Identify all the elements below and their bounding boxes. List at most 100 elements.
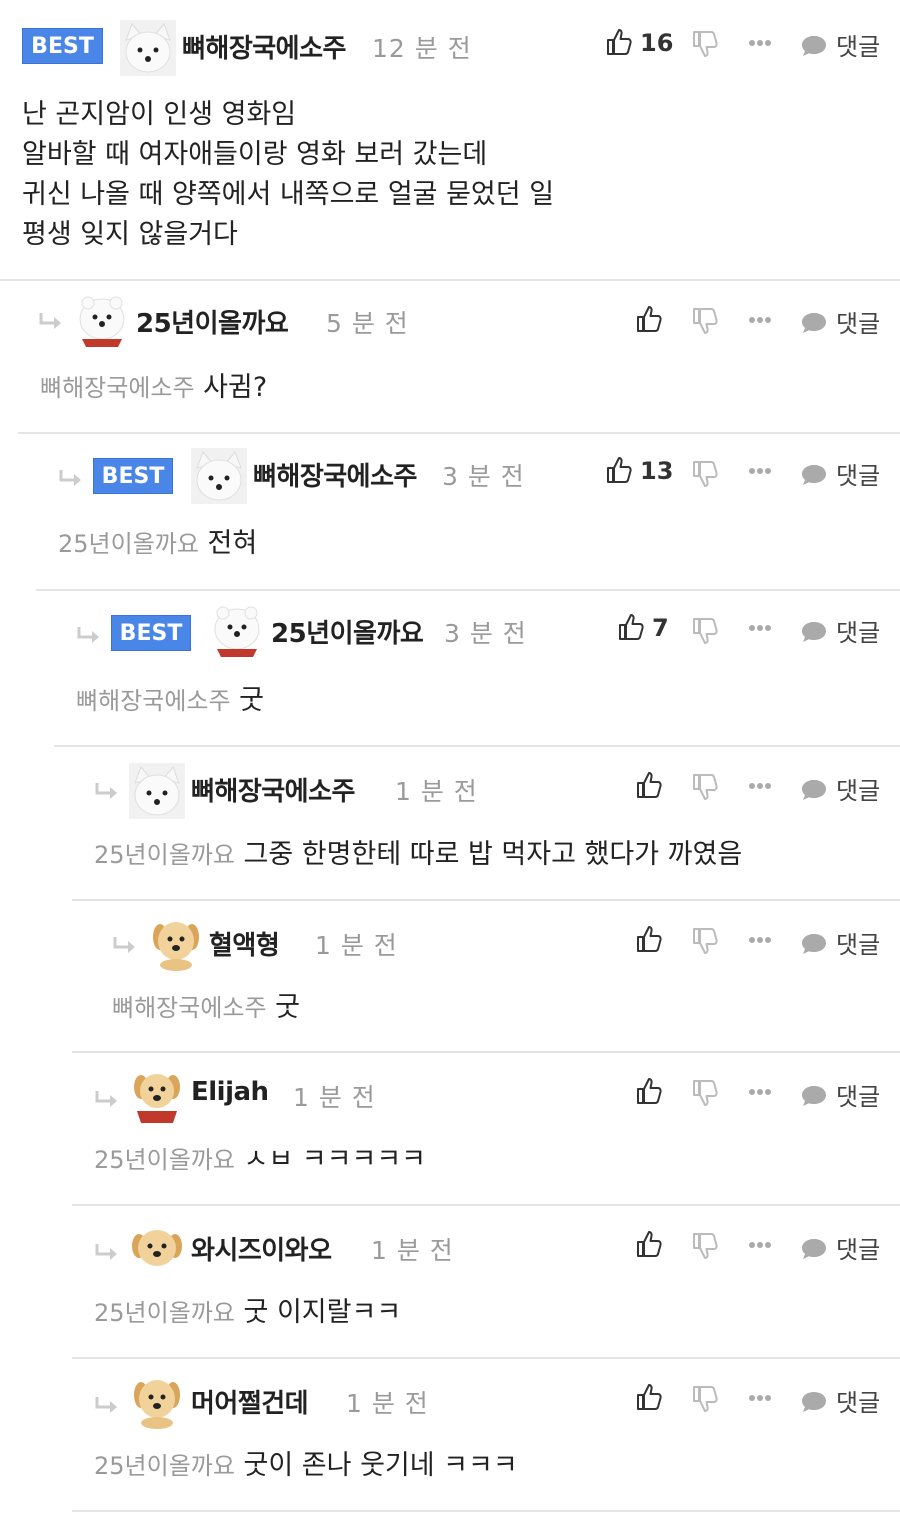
reply-button[interactable]: 댓글 (800, 1386, 880, 1417)
reply-button[interactable]: 댓글 (800, 307, 881, 338)
mention[interactable]: 25년이올까요 (94, 1146, 235, 1174)
thumbs-down-icon[interactable] (692, 1232, 718, 1260)
mention[interactable]: 25년이올까요 (58, 530, 199, 558)
speech-bubble-icon (802, 622, 826, 642)
speech-bubble-icon (802, 36, 826, 56)
timestamp: 1 분 전 (346, 1389, 429, 1418)
comment-body: 뼈해장국에소주 굿 (76, 681, 264, 721)
avatar-icon[interactable] (120, 20, 176, 76)
more-options-icon[interactable] (748, 1393, 772, 1403)
comment-item: 25년이올까요 5 분 전 댓글 뼈해장국에소주 사귐? (18, 281, 900, 434)
nickname[interactable]: 25년이올까요 (271, 613, 424, 650)
more-options-icon[interactable] (748, 1240, 772, 1250)
thumbs-down-icon[interactable] (692, 30, 718, 58)
speech-bubble-icon (802, 1086, 826, 1106)
like-count: 7 (652, 614, 669, 642)
thumbs-up-icon[interactable] (636, 771, 662, 799)
comment-text: 사귐? (203, 372, 268, 403)
reply-label: 댓글 (836, 1083, 881, 1111)
nickname[interactable]: Elijah (191, 1077, 269, 1107)
mention[interactable]: 25년이올까요 (94, 1299, 235, 1327)
reply-button[interactable]: 댓글 (800, 774, 881, 805)
more-options-icon[interactable] (748, 38, 772, 48)
reply-label: 댓글 (836, 310, 881, 338)
thumbs-down-icon[interactable] (692, 617, 718, 645)
nickname[interactable]: 와시즈이와오 (191, 1230, 332, 1267)
comment-body: 25년이올까요 전혀 (58, 524, 257, 564)
thumbs-down-icon[interactable] (692, 1385, 718, 1413)
reply-arrow-icon (113, 937, 135, 953)
reply-label: 댓글 (836, 777, 881, 805)
avatar-icon[interactable] (129, 1220, 185, 1276)
timestamp: 1 분 전 (315, 931, 398, 960)
more-options-icon[interactable] (748, 781, 772, 791)
avatar-icon[interactable] (191, 448, 247, 504)
reply-arrow-icon (39, 313, 61, 329)
comment-text: 전혀 (207, 528, 258, 559)
reply-arrow-icon (95, 1397, 117, 1413)
reply-button[interactable]: 댓글 (800, 459, 881, 490)
avatar-icon[interactable] (129, 1067, 185, 1123)
comment-item: 와시즈이와오 1 분 전 댓글 25년이올까요 굿 이지랄ㅋㅋ (72, 1206, 900, 1359)
mention[interactable]: 뼈해장국에소주 (112, 994, 267, 1022)
comment-body: 뼈해장국에소주 사귐? (40, 368, 267, 408)
thumbs-down-icon[interactable] (692, 773, 718, 801)
thumbs-up-icon[interactable] (606, 456, 632, 484)
reply-button[interactable]: 댓글 (800, 1233, 881, 1264)
nickname[interactable]: 뼈해장국에소주 (253, 456, 417, 493)
reply-arrow-icon (95, 1091, 117, 1107)
reply-label: 댓글 (836, 1236, 881, 1264)
thumbs-up-icon[interactable] (606, 28, 632, 56)
reply-button[interactable]: 댓글 (800, 616, 881, 647)
thumbs-down-icon[interactable] (692, 307, 718, 335)
nickname[interactable]: 뼈해장국에소주 (191, 771, 355, 808)
thumbs-up-icon[interactable] (636, 1077, 662, 1105)
comment-body: 뼈해장국에소주 굿 (112, 988, 300, 1028)
thumbs-down-icon[interactable] (692, 460, 718, 488)
avatar-icon[interactable] (129, 763, 185, 819)
comment-item: 혈액형 1 분 전 댓글 뼈해장국에소주 굿 (72, 901, 900, 1053)
comment-item: BEST 뼈해장국에소주 3 분 전 13 댓글 25년이올까요 전혀 (36, 434, 900, 591)
reply-button[interactable]: 댓글 (800, 30, 880, 61)
mention[interactable]: 뼈해장국에소주 (76, 687, 231, 715)
best-badge: BEST (111, 615, 191, 651)
avatar-icon[interactable] (74, 293, 130, 349)
thumbs-up-icon[interactable] (636, 925, 662, 953)
reply-arrow-icon (59, 470, 81, 486)
reply-button[interactable]: 댓글 (800, 928, 881, 959)
more-options-icon[interactable] (748, 1087, 772, 1097)
thumbs-down-icon[interactable] (692, 1079, 718, 1107)
nickname[interactable]: 뼈해장국에소주 (182, 28, 346, 65)
more-options-icon[interactable] (748, 466, 772, 476)
mention[interactable]: 25년이올까요 (94, 1452, 235, 1480)
comment-item: BEST 뼈해장국에소주 12 분 전 16 댓글 난 곤지암이 인생 영화임 … (0, 0, 900, 281)
avatar-icon[interactable] (148, 915, 204, 971)
more-options-icon[interactable] (748, 623, 772, 633)
timestamp: 1 분 전 (293, 1083, 376, 1112)
comment-body: 난 곤지암이 인생 영화임 알바할 때 여자애들이랑 영화 보러 갔는데 귀신 … (22, 95, 554, 255)
nickname[interactable]: 혈액형 (209, 925, 280, 962)
avatar-icon[interactable] (129, 1373, 185, 1429)
thumbs-up-icon[interactable] (636, 1230, 662, 1258)
thumbs-up-icon[interactable] (636, 1383, 662, 1411)
reply-label: 댓글 (836, 462, 881, 490)
comment-item: 뼈해장국에소주 1 분 전 댓글 25년이올까요 그중 한명한테 따로 밥 먹자… (72, 747, 900, 901)
more-options-icon[interactable] (748, 935, 772, 945)
mention[interactable]: 25년이올까요 (94, 841, 235, 869)
best-badge: BEST (22, 28, 103, 64)
thumbs-up-icon[interactable] (636, 305, 662, 333)
mention[interactable]: 뼈해장국에소주 (40, 374, 195, 402)
avatar-icon[interactable] (209, 603, 265, 659)
nickname[interactable]: 머어쩔건데 (191, 1383, 309, 1420)
reply-label: 댓글 (836, 619, 881, 647)
thumbs-down-icon[interactable] (692, 927, 718, 955)
more-options-icon[interactable] (748, 315, 772, 325)
timestamp: 3 분 전 (444, 619, 527, 648)
comment-body: 25년이올까요 그중 한명한테 따로 밥 먹자고 했다가 까였음 (94, 835, 742, 875)
thumbs-up-icon[interactable] (618, 613, 644, 641)
reply-label: 댓글 (836, 931, 881, 959)
reply-button[interactable]: 댓글 (800, 1080, 881, 1111)
best-badge: BEST (93, 458, 173, 494)
speech-bubble-icon (802, 1239, 826, 1259)
nickname[interactable]: 25년이올까요 (136, 303, 289, 340)
